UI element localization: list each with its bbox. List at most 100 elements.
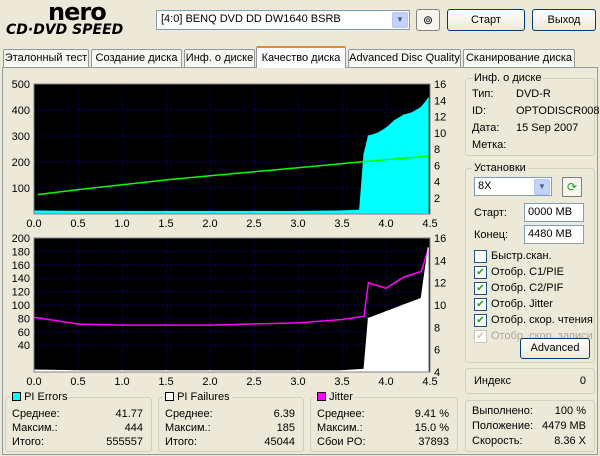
index-group: Индекс 0 <box>465 368 595 394</box>
data-point <box>402 276 405 278</box>
disc-id-label: ID: <box>472 105 487 117</box>
y-tick-label-right: 2 <box>434 193 440 205</box>
show-c1-pie-checkbox[interactable]: ✔ <box>474 266 487 279</box>
data-point <box>297 210 299 213</box>
data-point <box>209 369 211 372</box>
data-point <box>363 153 365 155</box>
y-tick-label-right: 12 <box>434 278 446 290</box>
index-value: 0 <box>579 375 586 387</box>
speed-select[interactable]: 8X ▼ <box>474 177 552 196</box>
pi-failures-avg: 6.39 <box>273 408 295 420</box>
y-tick-label-right: 10 <box>434 128 446 140</box>
start-input[interactable]: 0000 MB <box>524 203 584 222</box>
show-c2-pif-checkbox[interactable]: ✔ <box>474 282 487 295</box>
data-point <box>253 323 255 325</box>
y-tick-label-left: 300 <box>12 131 30 143</box>
y-tick-label-right: 8 <box>434 322 440 334</box>
jitter-avg: 9.41 % <box>414 408 449 420</box>
data-point <box>121 369 123 372</box>
y-tick-label-left: 200 <box>12 233 30 245</box>
data-point <box>77 323 79 325</box>
data-point <box>411 111 414 114</box>
speed-select-value: 8X <box>478 180 492 192</box>
refresh-icon: ⟳ <box>566 180 578 194</box>
data-point <box>427 247 430 249</box>
position-value: 4479 MB <box>541 420 586 432</box>
data-point <box>427 97 430 100</box>
disc-date-value: 15 Sep 2007 <box>516 122 579 134</box>
data-point <box>253 369 255 372</box>
x-tick-label: 3.0 <box>290 376 305 388</box>
pi-errors-avg-label: Среднее: <box>12 408 60 420</box>
data-point <box>253 210 255 213</box>
x-tick-label: 0.5 <box>70 218 85 230</box>
data-point <box>367 317 370 320</box>
start-button[interactable]: Старт <box>447 9 525 31</box>
pi-errors-title-wrap: PI Errors <box>10 391 70 403</box>
pi-failures-avg-label: Среднее: <box>165 408 213 420</box>
tab-disc-scan[interactable]: Сканирование диска <box>463 49 575 67</box>
y-tick-label-right: 16 <box>434 233 446 245</box>
quick-scan-checkbox[interactable] <box>474 250 487 263</box>
y-tick-label-left: 160 <box>12 260 30 272</box>
data-point <box>394 119 396 122</box>
data-point <box>420 270 423 273</box>
drive-info-button[interactable]: ⊚ <box>416 9 440 31</box>
pi-failures-total: 45044 <box>264 436 295 448</box>
drive-select[interactable]: [4:0] BENQ DVD DD DW1640 BSRB ▼ <box>156 10 410 30</box>
show-read-speed-checkbox[interactable]: ✔ <box>474 314 487 327</box>
data-point <box>165 369 167 372</box>
position-label: Положение: <box>472 420 534 432</box>
y-tick-label-left: 120 <box>12 287 30 299</box>
x-tick-label: 1.0 <box>114 376 129 388</box>
y-tick-label-left: 80 <box>18 313 30 325</box>
x-tick-label: 3.0 <box>290 218 305 230</box>
pi-errors-title: PI Errors <box>24 391 68 403</box>
refresh-speeds-button[interactable]: ⟳ <box>562 177 582 197</box>
jitter-avg-label: Среднее: <box>317 408 365 420</box>
tab-benchmark[interactable]: Эталонный тест <box>3 49 89 67</box>
data-point <box>165 210 167 213</box>
data-point <box>385 310 387 313</box>
tab-disc-info[interactable]: Инф. о диске <box>184 49 255 67</box>
nero-logo: nero CD·DVD SPEED <box>4 0 150 42</box>
show-c2-pif-label: Отобр. C2/PIF <box>491 282 564 294</box>
data-point <box>363 368 365 371</box>
done-label: Выполнено: <box>472 405 533 417</box>
y-tick-label-right: 6 <box>434 345 440 357</box>
advanced-button[interactable]: Advanced <box>520 338 590 359</box>
y-tick-label-right: 12 <box>434 112 446 124</box>
tab-disc-quality[interactable]: Качество диска <box>256 46 346 68</box>
tab-create-disc[interactable]: Создание диска <box>91 49 182 67</box>
pi-errors-swatch <box>12 392 21 401</box>
x-tick-label: 2.0 <box>202 218 217 230</box>
data-point <box>341 210 343 212</box>
y-tick-label-right: 8 <box>434 144 440 156</box>
data-point <box>77 210 79 213</box>
show-jitter-checkbox[interactable]: ✔ <box>474 298 487 311</box>
logo-line2: CD·DVD SPEED <box>6 22 124 38</box>
data-point <box>402 304 405 306</box>
settings-group: Установки 8X ▼ ⟳ Старт: 0000 MB Конец: 4… <box>465 162 595 363</box>
data-point <box>385 287 387 290</box>
x-tick-label: 1.5 <box>158 218 173 230</box>
pi-errors-max-label: Максим.: <box>12 422 58 434</box>
pi-errors-chart: 0.0 0.5 1.0 1.5 2.0 2.5 3.0 3.5 4.0 4.5 100 200 300 4… <box>12 79 447 230</box>
chevron-down-icon[interactable]: ▼ <box>534 179 550 195</box>
exit-button[interactable]: Выход <box>532 9 596 31</box>
end-input[interactable]: 4480 MB <box>524 225 584 244</box>
done-value: 100 % <box>554 405 586 417</box>
tab-advanced-disc-quality[interactable]: Advanced Disc Quality <box>348 49 461 67</box>
po-failures-label: Сбои PO: <box>317 436 366 448</box>
data-point <box>385 127 387 129</box>
index-label: Индекс <box>474 375 511 387</box>
x-tick-label: 4.0 <box>378 218 393 230</box>
y-tick-label-left: 100 <box>12 183 30 195</box>
x-tick-label: 0.0 <box>26 218 41 230</box>
chevron-down-icon[interactable]: ▼ <box>392 12 408 28</box>
pi-errors-group: PI Errors Среднее: 41.77 Максим.: 444 Ит… <box>5 391 152 452</box>
progress-group: Выполнено: 100 % Положение: 4479 MB Скор… <box>465 400 595 452</box>
disc-type-label: Тип: <box>472 88 494 100</box>
settings-title: Установки <box>472 162 528 174</box>
show-write-speed-checkbox: ✔ <box>474 330 487 343</box>
